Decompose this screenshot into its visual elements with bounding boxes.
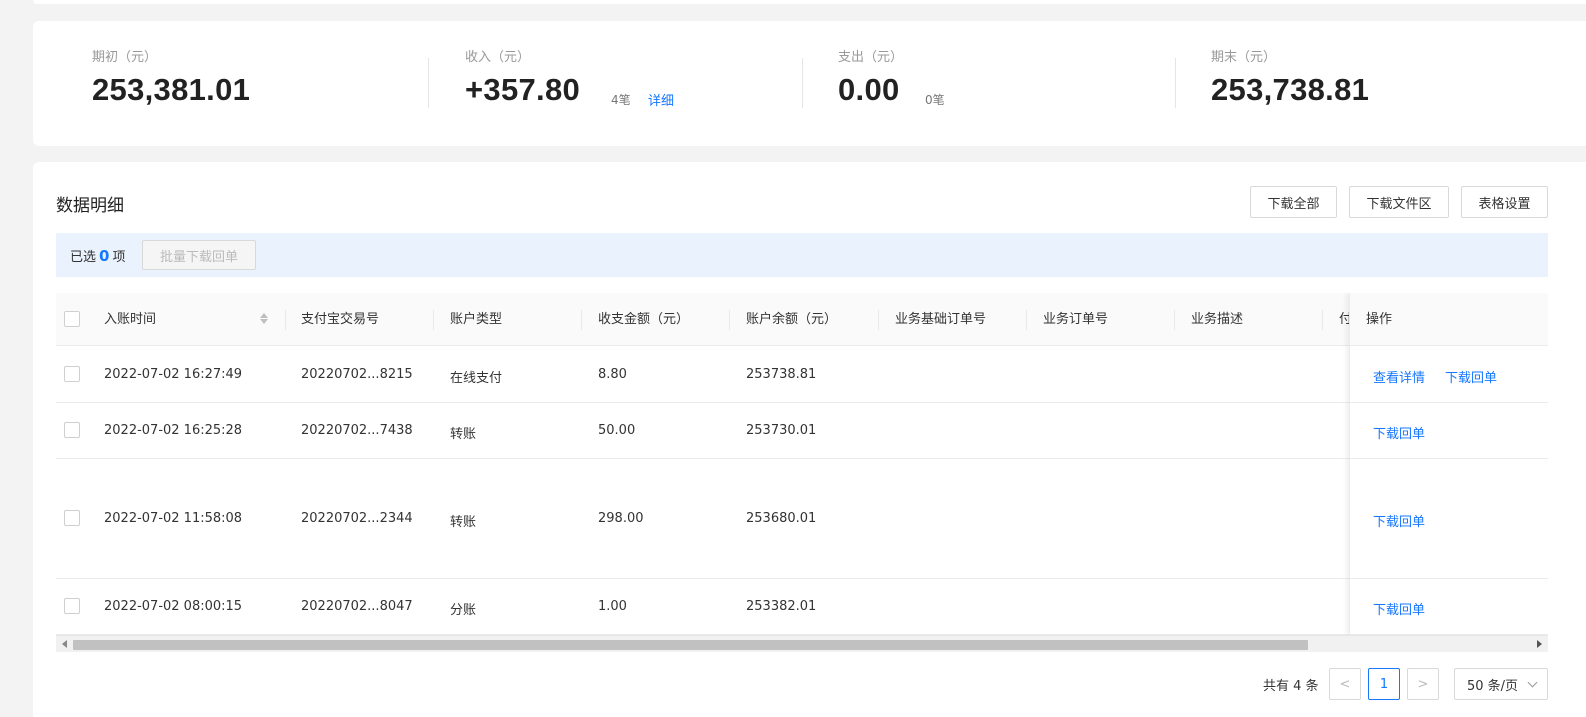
view-details-link[interactable]: 查看详情 <box>1373 367 1425 386</box>
column-divider <box>878 310 879 330</box>
table-settings-button[interactable]: 表格设置 <box>1461 186 1548 218</box>
column-divider <box>581 310 582 330</box>
column-header-order-no: 业务订单号 <box>1043 312 1109 327</box>
column-divider <box>1026 310 1027 330</box>
page-1-button[interactable]: 1 <box>1368 668 1400 700</box>
row-checkbox[interactable] <box>64 598 80 614</box>
cell-type: 分账 <box>450 603 477 618</box>
table-header: 入账时间 支付宝交易号 账户类型 收支金额（元） 账户余额（元） 业务基础订单号… <box>56 293 1548 346</box>
download-receipt-link[interactable]: 下载回单 <box>1445 367 1497 386</box>
summary-card: 期初（元） 253,381.01 收入（元） +357.80 4笔 详细 支出（… <box>33 21 1586 146</box>
cell-time: 2022-07-02 16:27:49 <box>104 367 243 382</box>
expense-count: 0笔 <box>925 93 945 107</box>
column-header-description: 业务描述 <box>1191 312 1244 327</box>
cell-amount: 8.80 <box>598 367 627 382</box>
closing-value: 253,738.81 <box>1211 72 1370 107</box>
top-card-edge <box>33 0 1586 4</box>
divider <box>1175 58 1176 108</box>
batch-download-receipt-button[interactable]: 批量下载回单 <box>142 240 256 270</box>
row-checkbox[interactable] <box>64 510 80 526</box>
selection-prefix: 已选 <box>70 250 97 265</box>
table-row[interactable]: 2022-07-02 08:00:15 20220702...8047 分账 1… <box>56 579 1548 635</box>
table-row[interactable]: 2022-07-02 16:27:49 20220702...8215 在线支付… <box>56 347 1548 403</box>
column-header-base-order-no: 业务基础订单号 <box>895 312 987 327</box>
action-cell: 下载回单 <box>1350 579 1548 635</box>
next-page-button[interactable]: > <box>1407 668 1439 700</box>
row-checkbox[interactable] <box>64 366 80 382</box>
selection-suffix: 项 <box>112 250 126 265</box>
divider <box>802 58 803 108</box>
table-row[interactable]: 2022-07-02 11:58:08 20220702...2344 转账 2… <box>56 459 1548 579</box>
cell-balance: 253382.01 <box>746 599 817 614</box>
column-divider <box>1322 310 1323 330</box>
selection-bar: 已选 0 项 批量下载回单 <box>56 233 1548 277</box>
cell-type: 转账 <box>450 427 477 442</box>
action-column: 操作 查看详情 下载回单 下载回单 下载回单 下载回单 <box>1349 293 1548 635</box>
divider <box>428 58 429 108</box>
cell-balance: 253738.81 <box>746 367 817 382</box>
download-receipt-link[interactable]: 下载回单 <box>1373 511 1425 530</box>
scrollbar-thumb[interactable] <box>73 640 1308 650</box>
cell-balance: 253730.01 <box>746 423 817 438</box>
sort-icon[interactable] <box>259 312 269 328</box>
cell-balance: 253680.01 <box>746 511 817 526</box>
income-value: +357.80 <box>465 72 581 107</box>
cell-amount: 298.00 <box>598 511 644 526</box>
cell-time: 2022-07-02 11:58:08 <box>104 511 243 526</box>
selection-count-text: 已选 0 项 <box>70 246 125 265</box>
cell-amount: 1.00 <box>598 599 627 614</box>
download-receipt-link[interactable]: 下载回单 <box>1373 423 1425 442</box>
action-column-header: 操作 <box>1350 293 1548 346</box>
cell-amount: 50.00 <box>598 423 636 438</box>
cell-time: 2022-07-02 08:00:15 <box>104 599 243 614</box>
transactions-table: 入账时间 支付宝交易号 账户类型 收支金额（元） 账户余额（元） 业务基础订单号… <box>56 293 1548 635</box>
horizontal-scrollbar[interactable] <box>56 635 1548 652</box>
data-detail-panel: 数据明细 下载全部 下载文件区 表格设置 已选 0 项 批量下载回单 入账时间 支付… <box>33 162 1586 717</box>
expense-label: 支出（元） <box>838 50 904 65</box>
selection-count: 0 <box>99 247 110 265</box>
income-label: 收入（元） <box>465 50 531 65</box>
action-cell: 下载回单 <box>1350 403 1548 459</box>
download-files-button[interactable]: 下载文件区 <box>1349 186 1449 218</box>
cell-type: 转账 <box>450 515 477 530</box>
cell-trade-no: 20220702...8047 <box>301 599 413 614</box>
download-all-button[interactable]: 下载全部 <box>1250 186 1337 218</box>
pagination-total: 共有 4 条 <box>1263 679 1319 694</box>
column-header-balance: 账户余额（元） <box>746 312 838 327</box>
income-detail-link[interactable]: 详细 <box>648 90 674 109</box>
action-cell: 查看详情 下载回单 <box>1350 347 1548 403</box>
opening-label: 期初（元） <box>92 50 158 65</box>
column-divider <box>1174 310 1175 330</box>
column-header-trade-no: 支付宝交易号 <box>301 312 380 327</box>
action-column-label: 操作 <box>1366 312 1393 327</box>
column-header-time[interactable]: 入账时间 <box>104 293 156 346</box>
panel-title: 数据明细 <box>56 196 124 216</box>
page-size-select[interactable]: 50 条/页 <box>1454 668 1548 700</box>
opening-value: 253,381.01 <box>92 72 251 107</box>
cell-trade-no: 20220702...7438 <box>301 423 413 438</box>
cell-trade-no: 20220702...8215 <box>301 367 413 382</box>
table-row[interactable]: 2022-07-02 16:25:28 20220702...7438 转账 5… <box>56 403 1548 459</box>
column-header-amount: 收支金额（元） <box>598 312 690 327</box>
chevron-down-icon <box>1527 677 1538 688</box>
prev-page-button[interactable]: < <box>1329 668 1361 700</box>
action-cell: 下载回单 <box>1350 459 1548 579</box>
select-all-checkbox[interactable] <box>64 311 80 327</box>
row-checkbox[interactable] <box>64 422 80 438</box>
column-divider <box>729 310 730 330</box>
expense-value: 0.00 <box>838 72 900 107</box>
closing-label: 期末（元） <box>1211 50 1277 65</box>
page-size-value: 50 条/页 <box>1467 678 1519 694</box>
column-divider <box>285 310 286 330</box>
income-count: 4笔 <box>611 93 631 107</box>
cell-type: 在线支付 <box>450 371 503 386</box>
column-header-account-type: 账户类型 <box>450 312 503 327</box>
download-receipt-link[interactable]: 下载回单 <box>1373 599 1425 618</box>
column-divider <box>433 310 434 330</box>
scroll-right-arrow-icon[interactable] <box>1537 640 1542 648</box>
cell-trade-no: 20220702...2344 <box>301 511 413 526</box>
scroll-left-arrow-icon[interactable] <box>62 640 67 648</box>
cell-time: 2022-07-02 16:25:28 <box>104 423 243 438</box>
